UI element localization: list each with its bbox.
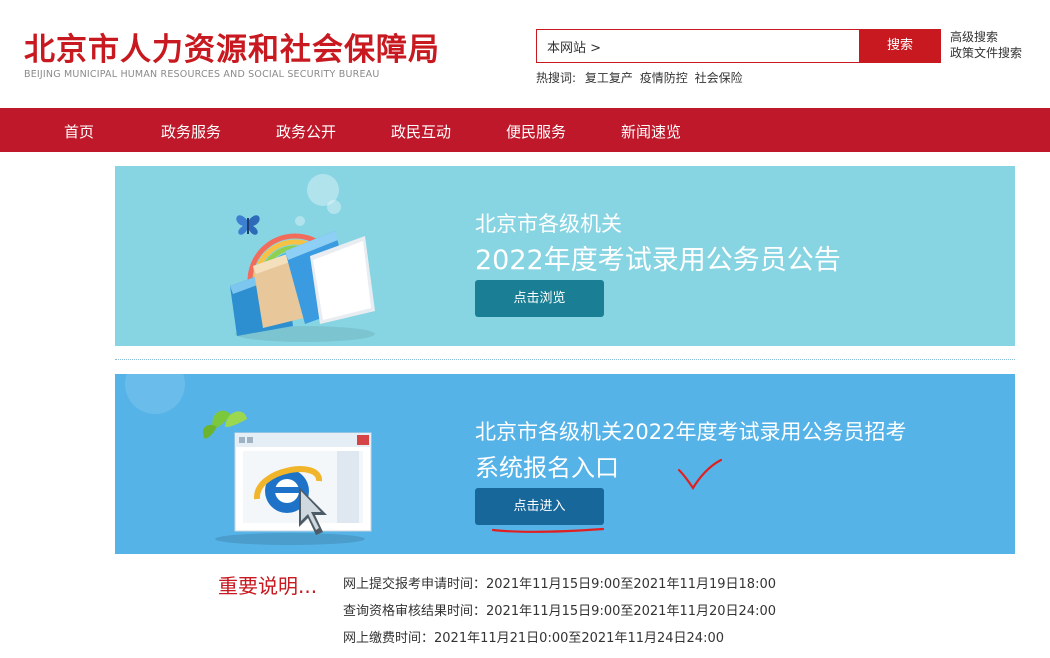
nav-item-home[interactable]: 首页 xyxy=(64,121,94,142)
hot-search-label: 热搜词: xyxy=(536,71,577,85)
advanced-search-links: 高级搜索 政策文件搜索 xyxy=(950,29,1022,61)
folders-butterfly-illustration xyxy=(230,215,375,342)
hot-word-link[interactable]: 疫情防控 xyxy=(640,71,688,85)
underline-annotation xyxy=(491,527,605,533)
registration-banner: 北京市各级机关2022年度考试录用公务员招考 系统报名入口 点击进入 xyxy=(115,374,1015,554)
nav-item-public-services[interactable]: 便民服务 xyxy=(506,121,566,142)
banner1-subtitle: 北京市各级机关 xyxy=(475,212,622,236)
nav-item-gov-affairs[interactable]: 政务公开 xyxy=(276,121,336,142)
main-nav: 首页 政务服务 政务公开 政民互动 便民服务 新闻速览 xyxy=(0,108,1050,152)
site-logo-subtitle: BEIJING MUNICIPAL HUMAN RESOURCES AND SO… xyxy=(24,69,380,80)
hot-word-link[interactable]: 社会保险 xyxy=(695,71,743,85)
announcement-banner: 北京市各级机关 2022年度考试录用公务员公告 点击浏览 xyxy=(115,166,1015,346)
search-scope-select[interactable]: 本网站 > xyxy=(547,37,601,56)
search-button[interactable]: 搜索 xyxy=(859,29,941,63)
nav-item-interaction[interactable]: 政民互动 xyxy=(391,121,451,142)
note-line: 网上提交报考申请时间：2021年11月15日9:00至2021年11月19日18… xyxy=(343,577,776,592)
policy-search-link[interactable]: 政策文件搜索 xyxy=(950,45,1022,61)
note-line: 网上缴费时间：2021年11月21日0:00至2021年11月24日24:00 xyxy=(343,631,724,646)
advanced-search-link[interactable]: 高级搜索 xyxy=(950,29,1022,45)
browser-window-illustration xyxy=(202,410,372,545)
banner2-title: 北京市各级机关2022年度考试录用公务员招考 xyxy=(475,420,907,444)
nav-item-gov-services[interactable]: 政务服务 xyxy=(161,121,221,142)
check-mark-annotation xyxy=(677,458,723,491)
hot-word-link[interactable]: 复工复产 xyxy=(585,71,633,85)
nav-item-news[interactable]: 新闻速览 xyxy=(621,121,681,142)
site-header: 北京市人力资源和社会保障局 BEIJING MUNICIPAL HUMAN RE… xyxy=(0,0,1050,108)
banner1-title: 2022年度考试录用公务员公告 xyxy=(475,245,841,276)
important-notes-title: 重要说明... xyxy=(218,574,318,598)
browse-announcement-button[interactable]: 点击浏览 xyxy=(475,280,604,317)
site-logo-title[interactable]: 北京市人力资源和社会保障局 xyxy=(24,24,440,69)
banner2-subtitle: 系统报名入口 xyxy=(475,454,619,482)
note-line: 查询资格审核结果时间：2021年11月15日9:00至2021年11月20日24… xyxy=(343,604,776,619)
section-divider xyxy=(115,359,1015,360)
search-input[interactable]: 本网站 > xyxy=(536,29,860,63)
enter-registration-button[interactable]: 点击进入 xyxy=(475,488,604,525)
hot-search-words: 热搜词: 复工复产 疫情防控 社会保险 xyxy=(536,69,746,86)
